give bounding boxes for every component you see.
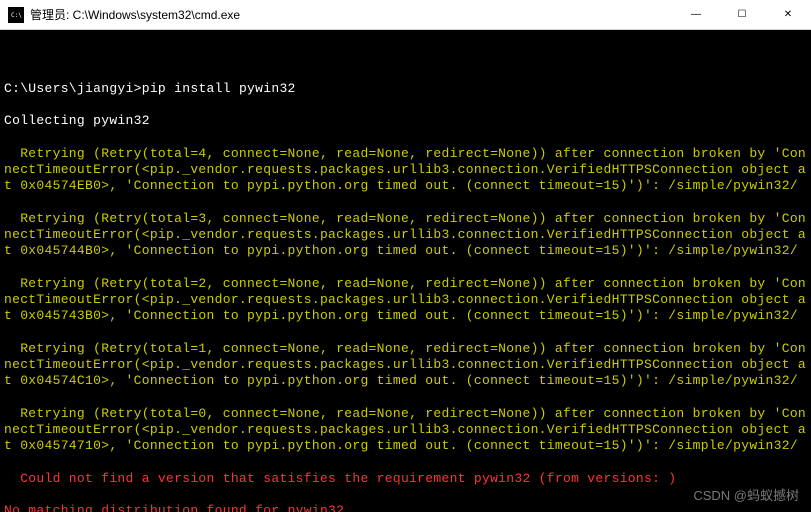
collecting-line: Collecting pywin32 (4, 113, 807, 129)
window-controls: — ☐ ✕ (673, 0, 811, 29)
command-line: C:\Users\jiangyi>pip install pywin32 (4, 81, 807, 97)
titlebar: C:\ 管理员: C:\Windows\system32\cmd.exe — ☐… (0, 0, 811, 30)
retry-line-2: Retrying (Retry(total=2, connect=None, r… (4, 276, 807, 325)
watermark: CSDN @蚂蚁撼树 (693, 485, 799, 504)
retry-line-4: Retrying (Retry(total=4, connect=None, r… (4, 146, 807, 195)
blank-line (4, 48, 807, 64)
maximize-button[interactable]: ☐ (719, 0, 765, 29)
retry-line-3: Retrying (Retry(total=3, connect=None, r… (4, 211, 807, 260)
retry-line-0: Retrying (Retry(total=0, connect=None, r… (4, 406, 807, 455)
error-line-2: No matching distribution found for pywin… (4, 503, 807, 512)
error-line-1: Could not find a version that satisfies … (4, 471, 807, 487)
window-title: 管理员: C:\Windows\system32\cmd.exe (30, 6, 673, 23)
retry-line-1: Retrying (Retry(total=1, connect=None, r… (4, 341, 807, 390)
minimize-button[interactable]: — (673, 0, 719, 29)
typed-command: pip install pywin32 (142, 81, 296, 96)
svg-text:C:\: C:\ (11, 12, 22, 19)
terminal-output[interactable]: C:\Users\jiangyi>pip install pywin32 Col… (0, 30, 811, 512)
cmd-icon: C:\ (8, 7, 24, 23)
close-button[interactable]: ✕ (765, 0, 811, 29)
prompt-path: C:\Users\jiangyi> (4, 81, 142, 96)
